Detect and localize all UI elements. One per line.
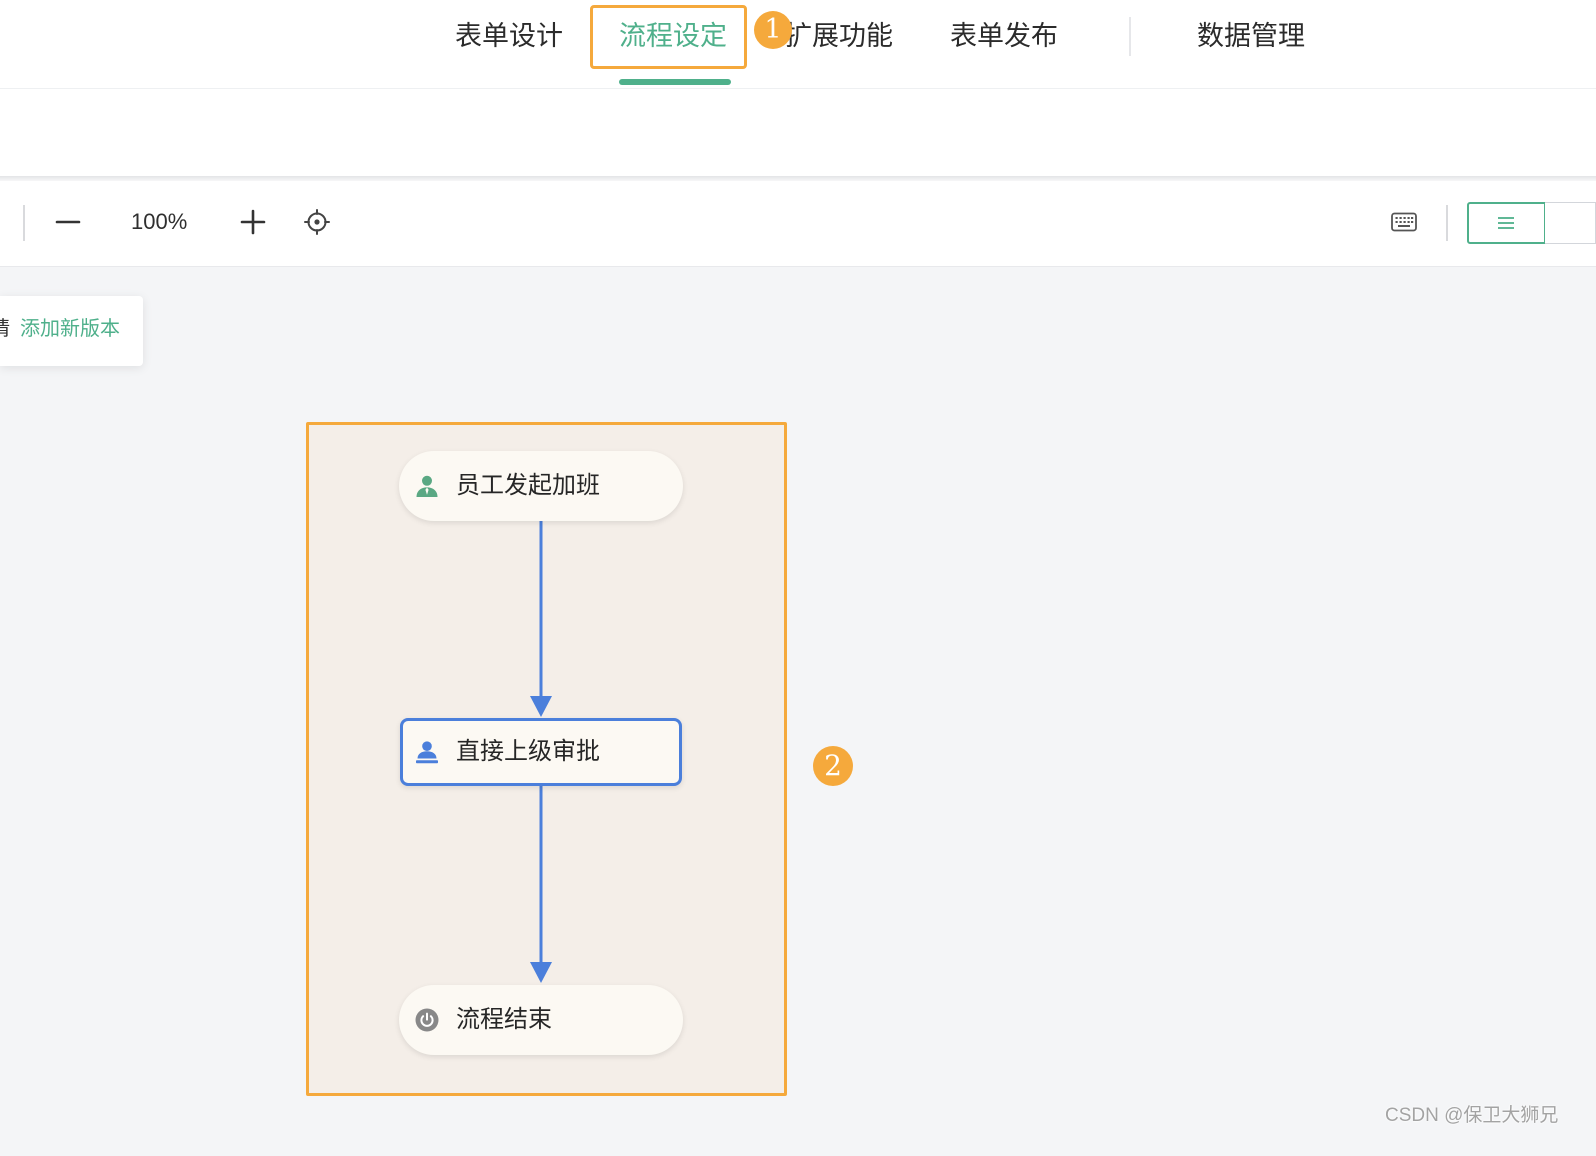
list-view-button[interactable]: [1467, 202, 1546, 244]
tab-process-settings[interactable]: 流程设定: [619, 16, 727, 56]
node-label: 员工发起加班: [456, 472, 600, 499]
nav-divider: [1129, 17, 1131, 56]
node-label: 流程结束: [456, 1006, 552, 1033]
flow-edge: [530, 786, 552, 983]
plus-icon[interactable]: [240, 209, 266, 235]
tab-form-publish[interactable]: 表单发布: [950, 16, 1058, 56]
notice-prefix-text: 请: [0, 316, 10, 342]
annotation-highlight-box: 员工发起加班 直接上级审批 流程结束: [306, 422, 787, 1096]
flow-node-approval[interactable]: 直接上级审批: [400, 718, 682, 786]
alternate-view-button[interactable]: [1545, 202, 1596, 244]
user-icon: [416, 475, 438, 497]
locate-icon[interactable]: [303, 208, 331, 236]
approver-icon: [416, 741, 438, 764]
flow-edge: [530, 521, 552, 717]
top-nav-bar: 表单设计 流程设定 扩展功能 1 表单发布 数据管理: [0, 0, 1596, 89]
tab-data-management[interactable]: 数据管理: [1197, 16, 1305, 56]
zoom-level-label: 100%: [131, 209, 188, 234]
sub-header-area: [0, 89, 1596, 176]
toolbar-divider: [23, 205, 25, 241]
power-icon: [415, 1008, 439, 1032]
flow-canvas[interactable]: 请 添加新版本 员工发起加班: [0, 267, 1596, 1156]
version-notice: 请 添加新版本: [0, 296, 143, 366]
arrow-head-icon: [530, 962, 552, 983]
add-new-version-link[interactable]: 添加新版本: [20, 316, 120, 342]
flow-node-start[interactable]: 员工发起加班: [399, 451, 683, 521]
annotation-marker: 2: [813, 746, 853, 786]
watermark: CSDN @保卫大狮兄: [1385, 1105, 1559, 1126]
canvas-toolbar: 100%: [0, 181, 1596, 267]
menu-icon: [1498, 217, 1514, 229]
arrow-head-icon: [530, 696, 552, 717]
active-tab-indicator: [619, 79, 731, 85]
annotation-marker: 1: [754, 11, 792, 49]
tab-form-design[interactable]: 表单设计: [455, 16, 563, 56]
keyboard-icon[interactable]: [1391, 212, 1417, 232]
flow-node-end[interactable]: 流程结束: [399, 985, 683, 1055]
toolbar-divider: [1446, 205, 1448, 241]
node-label: 直接上级审批: [456, 738, 600, 765]
tab-extensions[interactable]: 扩展功能: [785, 16, 893, 56]
minus-icon[interactable]: [55, 209, 81, 235]
